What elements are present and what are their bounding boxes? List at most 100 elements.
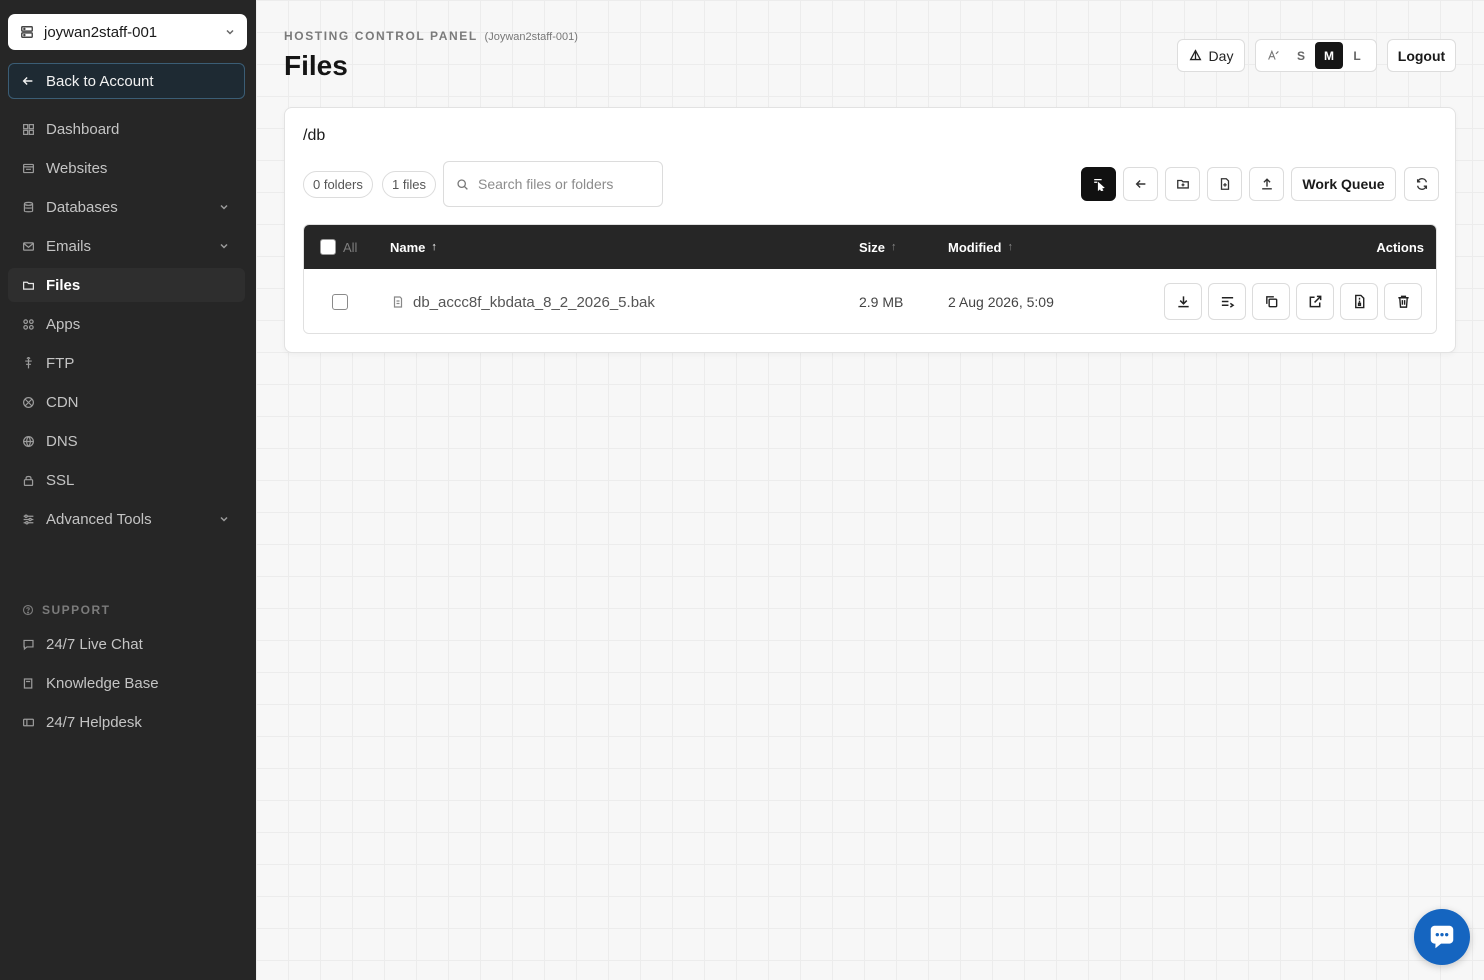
sidebar-item-label: 24/7 Helpdesk	[46, 713, 142, 731]
sort-asc-icon: ↑	[431, 241, 437, 253]
sidebar-item-databases[interactable]: Databases	[8, 190, 245, 224]
files-table: All Name ↑ Size ↑ Modified ↑ Actions db_…	[303, 224, 1437, 334]
sidebar-item-label: FTP	[46, 354, 75, 372]
chat-bubble-icon	[1430, 925, 1454, 949]
sidebar-item-helpdesk[interactable]: 24/7 Helpdesk	[8, 705, 245, 739]
sidebar-item-emails[interactable]: Emails	[8, 229, 245, 263]
lock-icon	[23, 475, 34, 486]
column-actions-label: Actions	[1376, 239, 1424, 255]
file-name-cell[interactable]: db_accc8f_kbdata_8_2_2026_5.bak	[392, 269, 655, 333]
sidebar-item-label: Dashboard	[46, 120, 120, 138]
file-zip-icon	[1354, 294, 1364, 309]
panel-kicker: HOSTING CONTROL PANEL (Joywan2staff-001)	[284, 29, 578, 43]
files-count-badge: 1 files	[382, 171, 436, 198]
sidebar-item-label: Knowledge Base	[46, 674, 159, 692]
sidebar-item-label: Files	[46, 276, 81, 294]
column-size-header[interactable]: Size ↑	[859, 225, 897, 269]
sidebar-item-knowledge-base[interactable]: Knowledge Base	[8, 666, 245, 700]
sidebar-item-dns[interactable]: DNS	[8, 424, 245, 458]
account-selector[interactable]: joywan2staff-001	[8, 14, 247, 50]
ticket-icon	[23, 718, 34, 726]
search-input[interactable]	[478, 176, 648, 192]
support-heading-label: SUPPORT	[42, 603, 111, 617]
external-link-icon	[1309, 295, 1321, 308]
sidebar-item-label: Apps	[46, 315, 81, 333]
sidebar-item-apps[interactable]: Apps	[8, 307, 245, 341]
column-size-label: Size	[859, 239, 886, 255]
chat-icon	[23, 639, 34, 650]
table-row[interactable]: db_accc8f_kbdata_8_2_2026_5.bak 2.9 MB 2…	[304, 269, 1436, 333]
transfer-icon	[25, 356, 32, 368]
text-size-m-button[interactable]: M	[1315, 42, 1343, 69]
file-name: db_accc8f_kbdata_8_2_2026_5.bak	[413, 293, 655, 311]
work-queue-button[interactable]: Work Queue	[1291, 167, 1396, 201]
file-size: 2.9 MB	[859, 294, 904, 310]
row-checkbox[interactable]	[332, 294, 348, 310]
refresh-button[interactable]	[1404, 167, 1439, 201]
select-mode-button[interactable]	[1081, 167, 1116, 201]
day-mode-label: Day	[1208, 47, 1234, 64]
sidebar-item-label: CDN	[46, 393, 79, 411]
sidebar-item-dashboard[interactable]: Dashboard	[8, 112, 245, 146]
select-all-checkbox[interactable]	[320, 239, 336, 255]
sidebar-item-label: Advanced Tools	[46, 510, 152, 528]
search-icon	[457, 178, 468, 190]
panel-kicker-label: HOSTING CONTROL PANEL	[284, 29, 478, 43]
help-circle-icon	[22, 604, 34, 616]
server-icon	[21, 26, 33, 38]
mail-icon	[23, 241, 34, 251]
move-button[interactable]	[1208, 283, 1246, 320]
download-button[interactable]	[1164, 283, 1202, 320]
database-icon	[23, 201, 34, 212]
sidebar-item-files[interactable]: Files	[8, 268, 245, 302]
delete-button[interactable]	[1384, 283, 1422, 320]
page-title: Files	[284, 50, 348, 81]
sidebar-item-live-chat[interactable]: 24/7 Live Chat	[8, 627, 245, 661]
sidebar-item-advanced-tools[interactable]: Advanced Tools	[8, 502, 245, 536]
day-mode-button[interactable]: Day	[1177, 39, 1245, 72]
upload-button[interactable]	[1249, 167, 1284, 201]
sliders-icon	[23, 514, 34, 524]
sidebar-item-websites[interactable]: Websites	[8, 151, 245, 185]
globe-icon	[23, 435, 34, 447]
copy-button[interactable]	[1252, 283, 1290, 320]
open-external-button[interactable]	[1296, 283, 1334, 320]
folder-plus-icon	[1176, 179, 1189, 189]
book-icon	[23, 677, 33, 689]
pointer-select-icon	[1093, 178, 1105, 191]
row-select-cell	[332, 269, 348, 333]
support-heading: SUPPORT	[22, 603, 111, 617]
chevron-down-icon	[220, 204, 228, 210]
file-modified: 2 Aug 2026, 5:09	[948, 294, 1054, 310]
arrow-left-icon	[1135, 180, 1145, 188]
text-size-s-button[interactable]: S	[1287, 42, 1315, 69]
apps-icon	[23, 318, 34, 330]
back-to-account-button[interactable]: Back to Account	[8, 63, 245, 99]
text-size-selector: S M L	[1255, 39, 1377, 72]
file-icon	[393, 296, 403, 308]
text-size-l-button[interactable]: L	[1343, 42, 1371, 69]
sidebar-item-ftp[interactable]: FTP	[8, 346, 245, 380]
search-box[interactable]	[443, 161, 663, 207]
new-folder-button[interactable]	[1165, 167, 1200, 201]
column-name-header[interactable]: Name ↑	[390, 225, 437, 269]
column-modified-label: Modified	[948, 239, 1002, 255]
browser-icon	[23, 163, 34, 173]
sidebar-item-label: 24/7 Live Chat	[46, 635, 143, 653]
folders-count-badge: 0 folders	[303, 171, 373, 198]
new-file-button[interactable]	[1207, 167, 1242, 201]
chevron-down-icon	[220, 516, 228, 522]
logout-button[interactable]: Logout	[1387, 39, 1456, 72]
live-chat-launcher[interactable]	[1414, 909, 1470, 965]
go-back-button[interactable]	[1123, 167, 1158, 201]
compress-button[interactable]	[1340, 283, 1378, 320]
chevron-down-icon	[226, 29, 234, 35]
sidebar-item-ssl[interactable]: SSL	[8, 463, 245, 497]
copy-icon	[1265, 296, 1277, 308]
column-modified-header[interactable]: Modified ↑	[948, 225, 1013, 269]
upload-icon	[1261, 178, 1272, 190]
folder-icon	[23, 281, 34, 290]
sidebar-item-cdn[interactable]: CDN	[8, 385, 245, 419]
sidebar-item-label: Databases	[46, 198, 118, 216]
grid-icon	[23, 123, 34, 135]
